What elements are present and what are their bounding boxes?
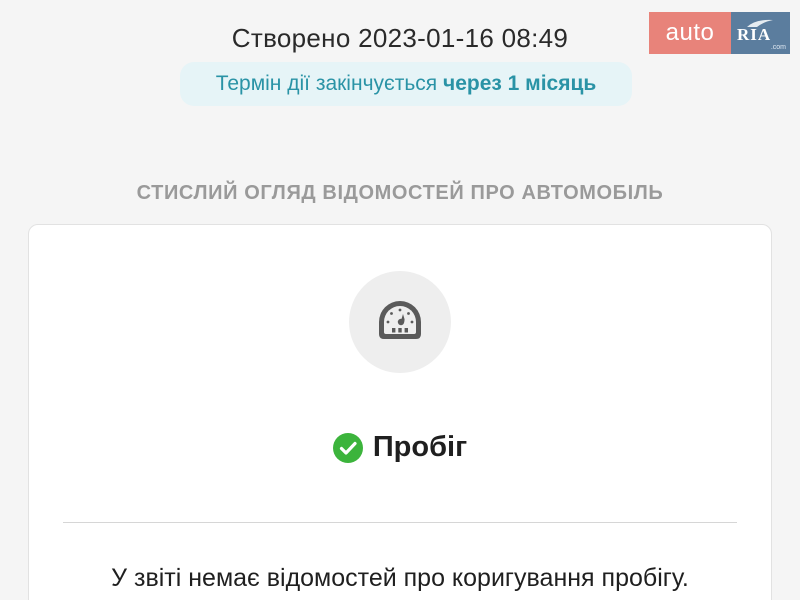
mileage-description: У звіті немає відомостей про коригування…: [111, 564, 689, 592]
speedometer-badge: [349, 271, 451, 373]
mileage-title: Пробіг: [372, 431, 468, 463]
expiry-prefix: Термін дії закінчується: [215, 72, 443, 95]
report-page: auto RIA .com Створено 2023-01-16 08:49 …: [0, 0, 800, 600]
section-title: СТИСЛИЙ ОГЛЯД ВІДОМОСТЕЙ ПРО АВТОМОБІЛЬ: [136, 182, 664, 204]
mileage-card: Пробіг У звіті немає відомостей про кори…: [28, 224, 772, 600]
expiry-highlight: через 1 місяць: [443, 72, 597, 95]
expiry-badge: Термін дії закінчується через 1 місяць: [180, 62, 632, 106]
divider: [63, 522, 737, 523]
mileage-heading: Пробіг: [29, 431, 771, 464]
speedometer-icon: [379, 301, 421, 339]
created-date: Створено 2023-01-16 08:49: [231, 23, 569, 53]
check-circle-icon: [332, 432, 363, 463]
